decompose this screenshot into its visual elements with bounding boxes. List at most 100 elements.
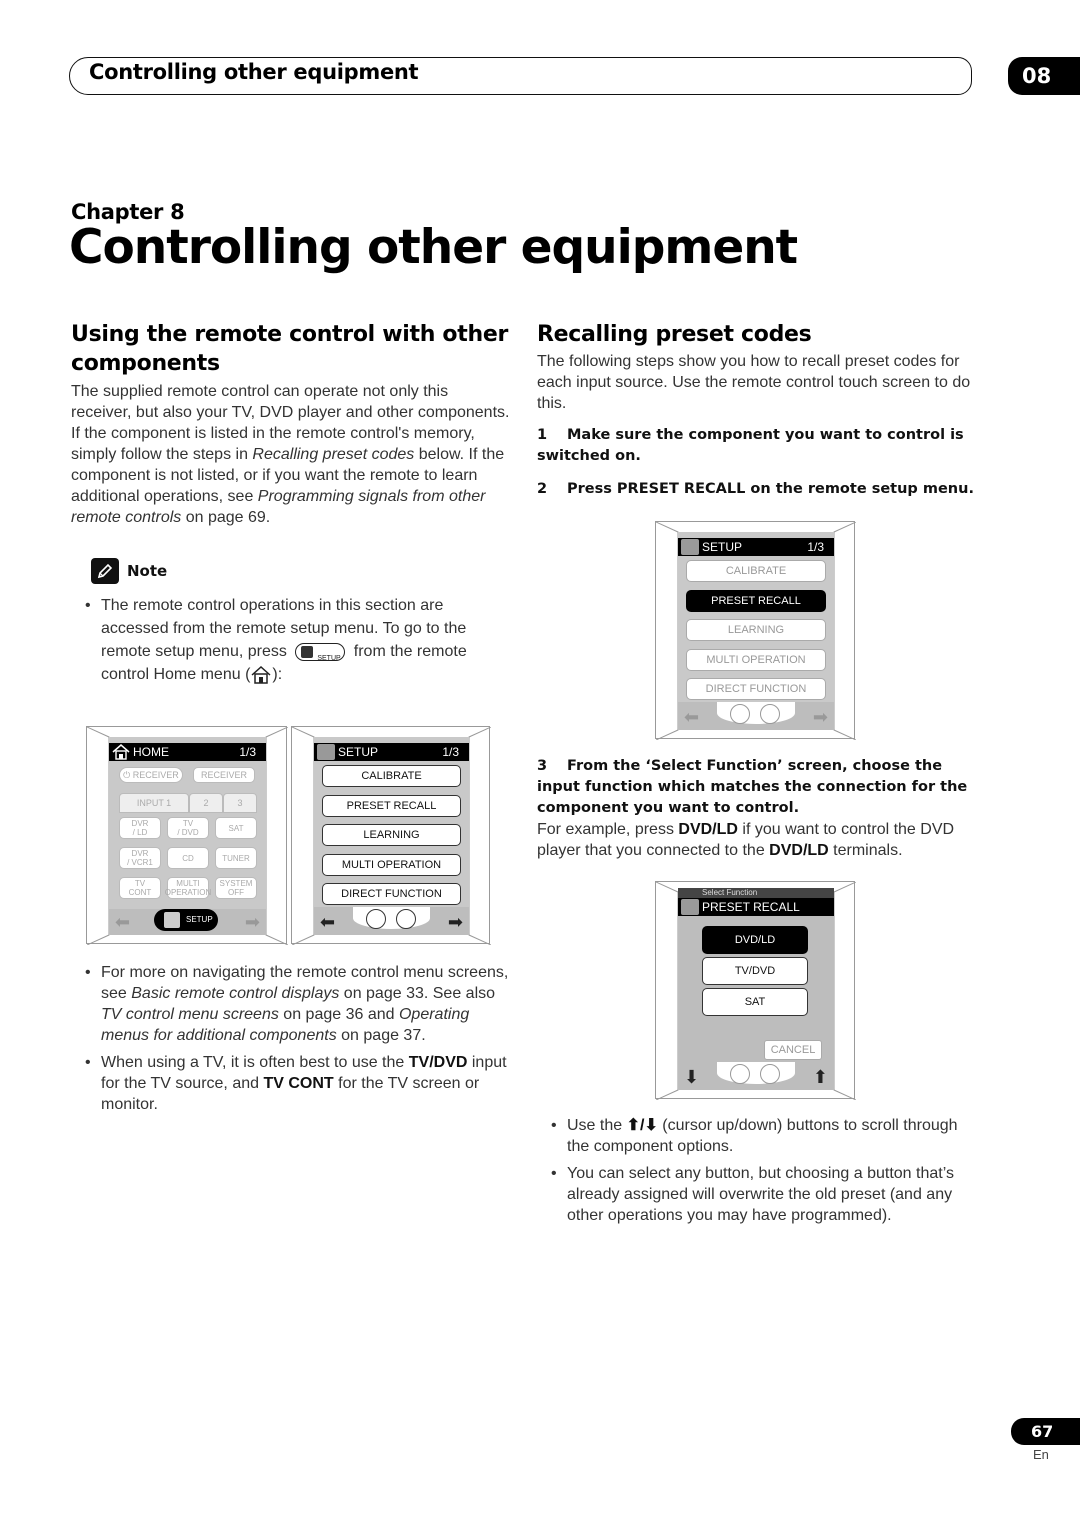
menu-item-button[interactable]: MULTI OPERATION: [322, 853, 461, 876]
function-button[interactable]: TV/DVD: [702, 957, 808, 985]
setup-button[interactable]: SETUP: [154, 909, 218, 931]
setup-title-bar: SETUP 1/3: [678, 538, 834, 556]
home-circle-button[interactable]: [730, 704, 750, 724]
step-number: 2: [537, 481, 548, 497]
step-text: From the ‘Select Function’ screen, choos…: [537, 758, 968, 816]
menu-item-button[interactable]: DIRECT FUNCTION: [322, 883, 461, 905]
menu-item-button[interactable]: LEARNING: [322, 824, 461, 846]
home-title-bar: HOME 1/3: [109, 743, 266, 761]
setup-title-bar: SETUP 1/3: [314, 743, 469, 761]
right-arrow-icon[interactable]: ➡: [448, 913, 463, 931]
left-arrow-icon[interactable]: ⬅: [115, 913, 130, 931]
home-screen-display: HOME 1/3 ⏻ RECEIVER RECEIVER INPUT 1 2 3…: [109, 737, 266, 935]
setup-title: SETUP: [702, 540, 743, 554]
bullet-item: When using a TV, it is often best to use…: [85, 1052, 511, 1115]
text-run: on page 37.: [336, 1027, 426, 1044]
menu-item-button[interactable]: MULTI OPERATION: [686, 648, 826, 671]
input-button[interactable]: MULTI OPERATION: [165, 877, 211, 899]
preset-recall-title-bar: PRESET RECALL: [678, 898, 834, 916]
menu-item-button[interactable]: PRESET RECALL: [322, 794, 461, 817]
section-heading-recalling: Recalling preset codes: [537, 322, 812, 347]
home-circle-button[interactable]: [366, 909, 386, 929]
tab-label: 2: [203, 798, 209, 808]
bullet-item: You can select any button, but choosing …: [551, 1163, 977, 1226]
setup-icon: [681, 539, 699, 555]
tab-input-2[interactable]: 2: [189, 793, 223, 813]
text-run: on page 36 and: [278, 1006, 399, 1023]
xref: TV control menu screens: [101, 1006, 279, 1023]
left-arrow-icon[interactable]: ⬅: [320, 913, 335, 931]
remote-setup-screen-illustration: SETUP 1/3 CALIBRATE PRESET RECALL LEARNING…: [291, 726, 491, 945]
setup-page-indicator: 1/3: [442, 745, 459, 759]
input-button[interactable]: TV CONT: [119, 877, 161, 899]
right-arrow-icon[interactable]: ➡: [813, 708, 828, 726]
text-run: on page 69.: [181, 509, 271, 526]
receiver-panel-button[interactable]: RECEIVER: [193, 767, 255, 783]
text-run: terminals.: [828, 842, 903, 859]
back-circle-button[interactable]: [396, 909, 416, 929]
menu-item-button[interactable]: DIRECT FUNCTION: [686, 678, 826, 700]
text-run: You can select any button, but choosing …: [567, 1165, 954, 1224]
right-arrow-icon[interactable]: ➡: [245, 913, 260, 931]
home-icon: [112, 744, 130, 760]
bullet-list: For more on navigating the remote contro…: [71, 962, 511, 1115]
setup-screen-display: SETUP 1/3 CALIBRATE PRESET RECALL LEARNING…: [314, 737, 469, 935]
input-button[interactable]: SAT: [215, 817, 257, 839]
left-arrow-icon[interactable]: ⬅: [684, 708, 699, 726]
note-item: The remote control operations in this se…: [85, 594, 511, 686]
input-button[interactable]: DVR / VCR1: [119, 847, 161, 869]
step-3: 3 From the ‘Select Function’ screen, choo…: [537, 756, 977, 819]
input-button[interactable]: DVR / LD: [119, 817, 161, 839]
back-circle-button[interactable]: [760, 1064, 780, 1084]
bold-term: TV CONT: [263, 1075, 334, 1092]
step-text: Press PRESET RECALL on the remote setup …: [567, 481, 974, 497]
cancel-button[interactable]: CANCEL: [764, 1040, 822, 1060]
setup-page-indicator: 1/3: [807, 540, 824, 554]
bullet-item: Use the ⬆/⬇ (cursor up/down) buttons to …: [551, 1115, 977, 1157]
menu-item-button[interactable]: CALIBRATE: [686, 560, 826, 582]
remote-home-screen-illustration: HOME 1/3 ⏻ RECEIVER RECEIVER INPUT 1 2 3…: [86, 726, 288, 945]
receiver-power-button[interactable]: ⏻ RECEIVER: [119, 767, 183, 783]
text-run: For example, press: [537, 821, 679, 838]
menu-item-button[interactable]: PRESET RECALL: [686, 589, 826, 612]
bullet-item: For more on navigating the remote contro…: [85, 962, 511, 1046]
setup-button-label: SETUP: [186, 915, 213, 924]
input-button[interactable]: TV / DVD: [167, 817, 209, 839]
down-arrow-icon[interactable]: ⬇: [684, 1068, 699, 1086]
tab-input-1[interactable]: INPUT 1: [119, 793, 189, 813]
bold-term: DVD/LD: [678, 821, 738, 838]
step-2: 2 Press PRESET RECALL on the remote setup…: [537, 479, 977, 500]
home-circle-button[interactable]: [730, 1064, 750, 1084]
input-button[interactable]: SYSTEM OFF: [215, 877, 257, 899]
note-label: Note: [127, 561, 168, 580]
bullet-list: Use the ⬆/⬇ (cursor up/down) buttons to …: [537, 1115, 977, 1226]
note-header: Note: [91, 558, 511, 584]
section-heading-using-remote: Using the remote control with other comp…: [71, 322, 508, 376]
text-run: on page 33. See also: [339, 985, 496, 1002]
bold-term: DVD/LD: [769, 842, 829, 859]
input-button[interactable]: TUNER: [215, 847, 257, 869]
menu-item-button[interactable]: LEARNING: [686, 619, 826, 641]
setup-button-icon: SETUP: [295, 642, 346, 662]
back-circle-button[interactable]: [760, 704, 780, 724]
page-language: En: [1033, 1447, 1049, 1462]
up-arrow-icon[interactable]: ⬆: [813, 1068, 828, 1086]
function-button[interactable]: SAT: [702, 988, 808, 1016]
input-button[interactable]: CD: [167, 847, 209, 869]
menu-item-button[interactable]: CALIBRATE: [322, 765, 461, 787]
step-number: 3: [537, 758, 548, 774]
cursor-arrows-icon: ⬆/⬇: [626, 1117, 658, 1134]
setup-title: SETUP: [338, 745, 379, 759]
setup-icon: [164, 912, 180, 928]
setup-icon: [681, 899, 699, 915]
tab-input-3[interactable]: 3: [223, 793, 257, 813]
step-3-block: 3 From the ‘Select Function’ screen, choo…: [537, 756, 977, 861]
function-button[interactable]: DVD/LD: [702, 926, 808, 954]
step-text: Make sure the component you want to cont…: [537, 427, 964, 464]
chapter-badge: 08: [1008, 57, 1080, 95]
tab-label: 3: [237, 798, 243, 808]
recalling-intro: The following steps show you how to reca…: [537, 353, 971, 412]
page-number: 67: [1011, 1418, 1080, 1445]
pencil-note-icon: [91, 558, 119, 584]
text-run: Use the: [567, 1117, 627, 1134]
